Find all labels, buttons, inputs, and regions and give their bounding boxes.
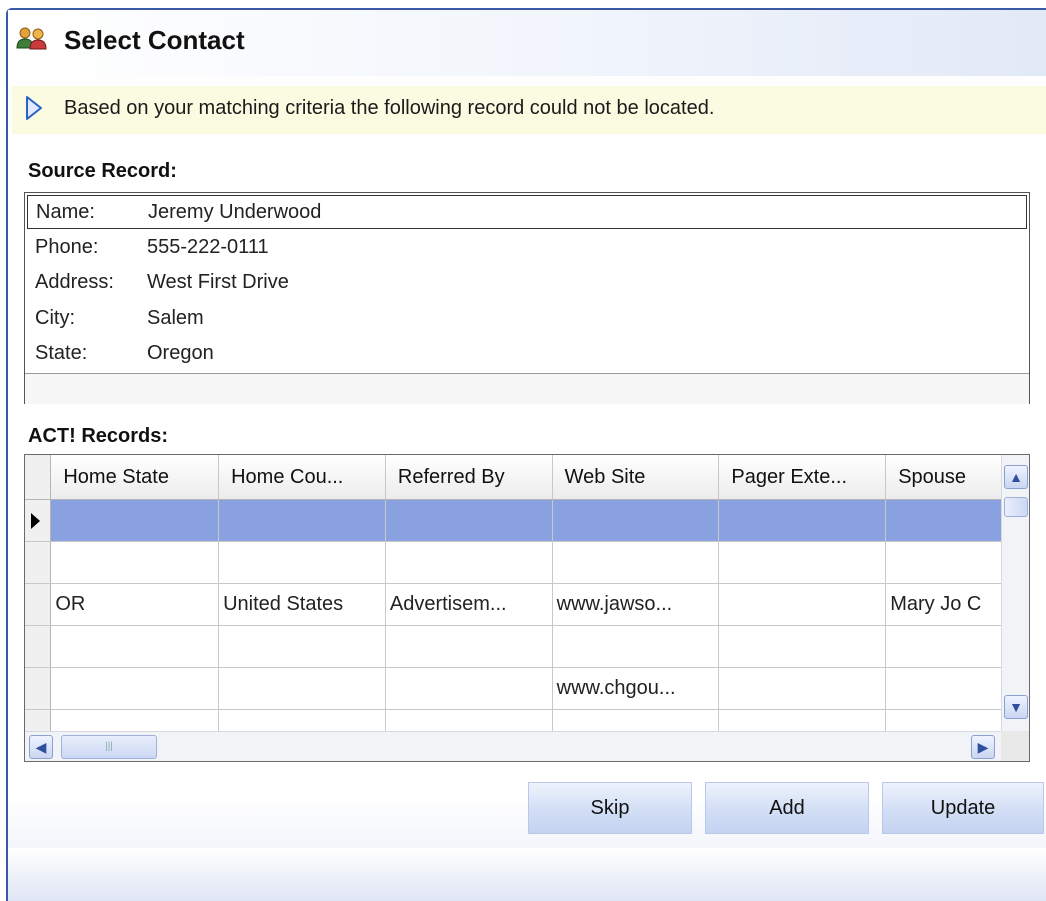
contacts-icon bbox=[16, 27, 47, 50]
table-row[interactable] bbox=[25, 625, 1029, 668]
table-row[interactable]: www.chgou... bbox=[25, 667, 1029, 710]
row-header[interactable] bbox=[25, 541, 52, 584]
source-row-address[interactable]: Address: West First Drive bbox=[29, 265, 1027, 299]
table-cell[interactable]: www.chgou... bbox=[552, 667, 720, 710]
update-button[interactable]: Update bbox=[882, 782, 1044, 834]
horizontal-scrollbar[interactable]: ◀ ||| ▶ bbox=[25, 731, 1029, 761]
column-header[interactable]: Web Site bbox=[552, 455, 720, 500]
vertical-scrollbar[interactable]: ▲ ▼ bbox=[1001, 455, 1029, 731]
source-label: Address: bbox=[35, 271, 114, 293]
table-cell[interactable] bbox=[552, 541, 720, 584]
table-cell[interactable] bbox=[50, 667, 220, 710]
source-row-phone[interactable]: Phone: 555-222-0111 bbox=[29, 230, 1027, 264]
scroll-left-icon[interactable]: ◀ bbox=[29, 735, 53, 759]
scroll-up-icon[interactable]: ▲ bbox=[1004, 465, 1028, 489]
table-cell[interactable] bbox=[385, 499, 553, 542]
source-value: Oregon bbox=[147, 342, 214, 364]
table-cell[interactable] bbox=[385, 625, 553, 668]
table-row[interactable]: OR United States Advertisem... www.jawso… bbox=[25, 583, 1029, 626]
table-cell[interactable] bbox=[50, 499, 220, 542]
table-cell[interactable] bbox=[552, 499, 720, 542]
row-header[interactable] bbox=[25, 499, 52, 542]
dialog-title: Select Contact bbox=[64, 25, 245, 55]
row-header[interactable] bbox=[25, 625, 52, 668]
table-cell[interactable] bbox=[50, 541, 220, 584]
source-record-list[interactable]: Name: Jeremy Underwood Phone: 555-222-01… bbox=[24, 192, 1030, 404]
skip-button[interactable]: Skip bbox=[528, 782, 692, 834]
add-button[interactable]: Add bbox=[705, 782, 869, 834]
info-message: Based on your matching criteria the foll… bbox=[64, 97, 715, 119]
current-row-pointer-icon bbox=[31, 513, 40, 529]
row-header[interactable] bbox=[25, 583, 52, 626]
row-header[interactable] bbox=[25, 667, 52, 710]
source-list-footer bbox=[25, 373, 1029, 404]
dialog-footer-band bbox=[8, 848, 1046, 901]
table-cell[interactable] bbox=[218, 499, 386, 542]
table-cell[interactable] bbox=[218, 625, 386, 668]
table-cell[interactable]: Advertisem... bbox=[385, 583, 553, 626]
table-cell[interactable] bbox=[218, 667, 386, 710]
table-cell[interactable] bbox=[218, 541, 386, 584]
records-table: Home State Home Cou... Referred By Web S… bbox=[25, 455, 1029, 752]
scrollbar-corner bbox=[1001, 731, 1029, 761]
source-row-name[interactable]: Name: Jeremy Underwood bbox=[27, 195, 1027, 229]
table-cell[interactable] bbox=[718, 667, 887, 710]
horizontal-scroll-thumb[interactable]: ||| bbox=[61, 735, 157, 759]
table-row[interactable] bbox=[25, 541, 1029, 584]
column-header[interactable]: Home State bbox=[50, 455, 220, 500]
source-row-state[interactable]: State: Oregon bbox=[29, 336, 1027, 370]
table-row[interactable] bbox=[25, 499, 1029, 542]
table-cell[interactable] bbox=[50, 625, 220, 668]
table-cell[interactable]: United States bbox=[218, 583, 386, 626]
table-cell[interactable] bbox=[718, 583, 887, 626]
table-cell[interactable] bbox=[718, 625, 887, 668]
table-cell[interactable] bbox=[385, 541, 553, 584]
table-header-row: Home State Home Cou... Referred By Web S… bbox=[25, 455, 1029, 500]
source-row-city[interactable]: City: Salem bbox=[29, 301, 1027, 335]
source-label: City: bbox=[35, 307, 75, 329]
source-value: 555-222-0111 bbox=[147, 236, 269, 258]
table-cell[interactable]: www.jawso... bbox=[552, 583, 720, 626]
act-records-grid[interactable]: Home State Home Cou... Referred By Web S… bbox=[24, 454, 1030, 762]
info-arrow-icon bbox=[26, 96, 42, 120]
scroll-right-icon[interactable]: ▶ bbox=[971, 735, 995, 759]
column-header[interactable]: Home Cou... bbox=[218, 455, 386, 500]
source-value: West First Drive bbox=[147, 271, 289, 293]
table-cell[interactable] bbox=[718, 541, 887, 584]
column-header[interactable]: Pager Exte... bbox=[718, 455, 887, 500]
source-label: Name: bbox=[36, 201, 95, 223]
scroll-down-icon[interactable]: ▼ bbox=[1004, 695, 1028, 719]
act-records-heading: ACT! Records: bbox=[28, 425, 169, 447]
table-cell[interactable] bbox=[552, 625, 720, 668]
table-cell[interactable] bbox=[718, 499, 887, 542]
table-cell[interactable]: OR bbox=[50, 583, 220, 626]
row-header-corner bbox=[25, 455, 52, 500]
source-label: Phone: bbox=[35, 236, 99, 258]
source-label: State: bbox=[35, 342, 88, 364]
source-value: Jeremy Underwood bbox=[148, 201, 322, 223]
source-record-heading: Source Record: bbox=[28, 160, 177, 182]
source-value: Salem bbox=[147, 307, 204, 329]
vertical-scroll-thumb[interactable] bbox=[1004, 497, 1028, 517]
column-header[interactable]: Referred By bbox=[385, 455, 553, 500]
table-cell[interactable] bbox=[385, 667, 553, 710]
